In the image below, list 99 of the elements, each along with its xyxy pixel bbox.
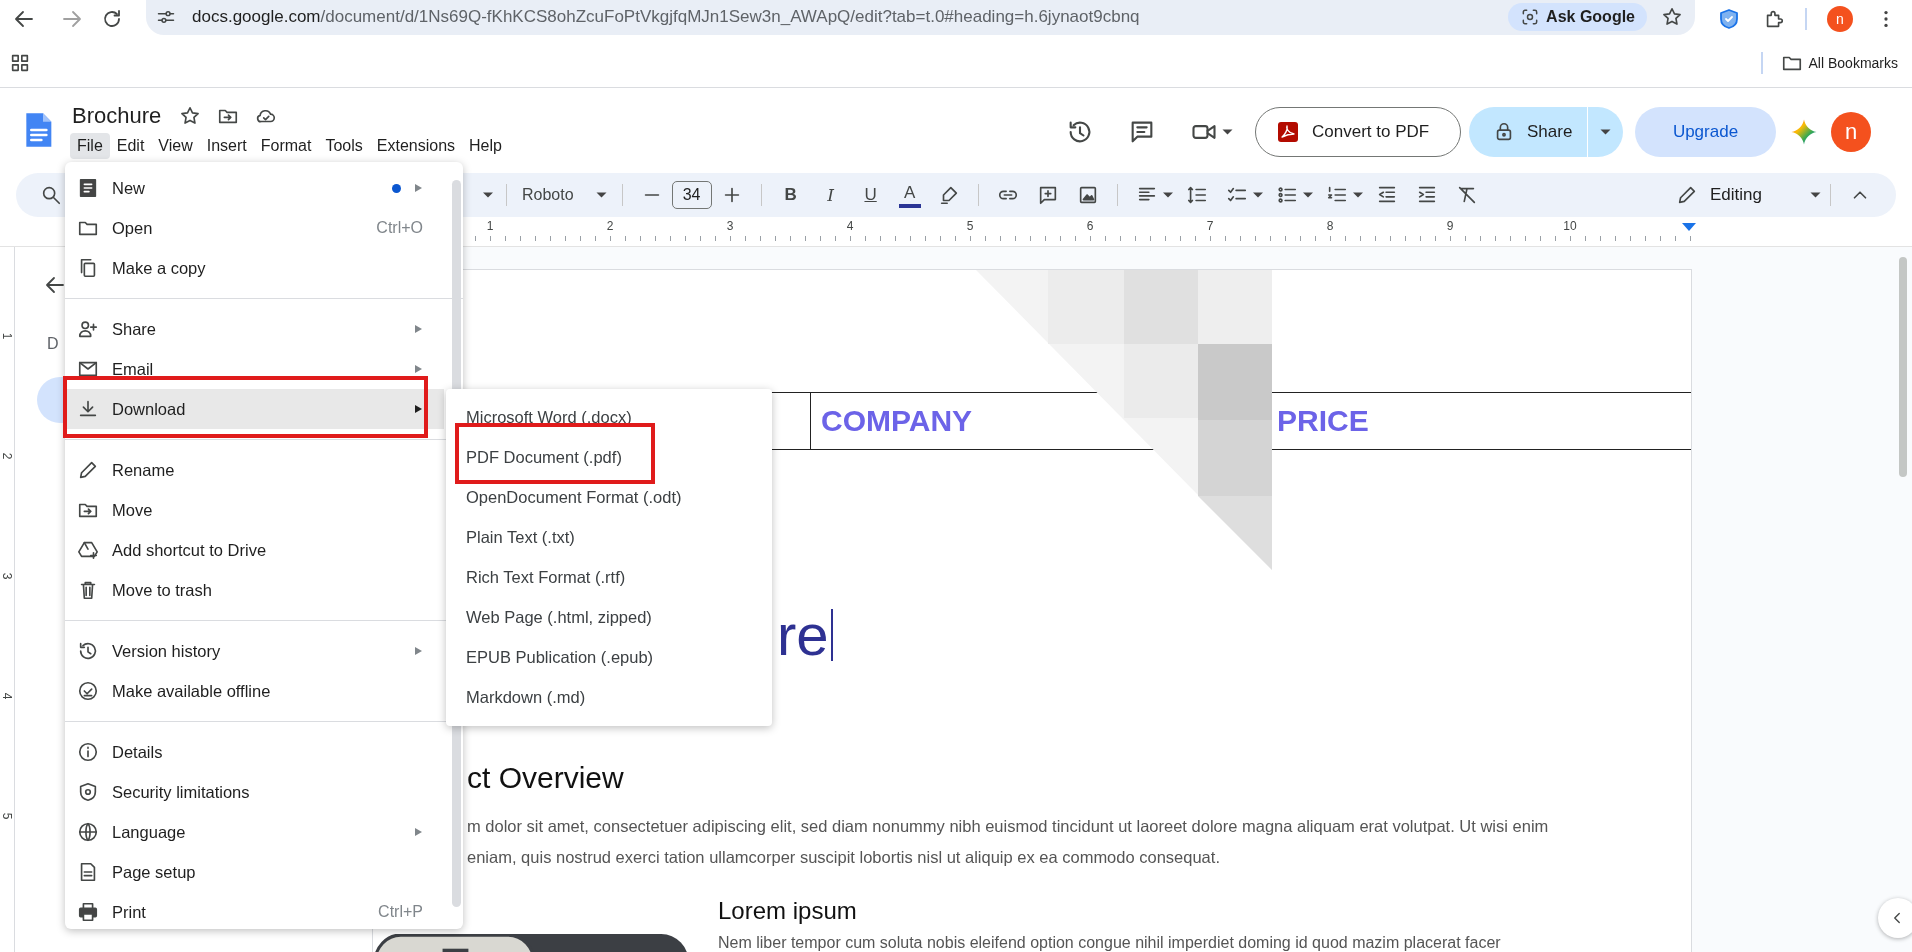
pencil-icon — [1676, 184, 1698, 206]
format-button[interactable]: I — [815, 180, 846, 210]
indent-marker[interactable] — [1682, 223, 1696, 231]
printer-icon — [77, 901, 99, 923]
menu-item[interactable]: Download — [65, 389, 444, 429]
line-spacing-icon[interactable] — [1185, 184, 1208, 206]
menu-item[interactable]: Details — [65, 732, 444, 772]
star-icon[interactable] — [179, 105, 202, 127]
search-icon[interactable] — [40, 184, 62, 206]
menu-item[interactable]: PDF Document (.pdf) — [446, 437, 772, 477]
ask-google-button[interactable]: Ask Google — [1508, 3, 1647, 31]
shortcut-text: Ctrl+P — [378, 903, 423, 921]
menu-item[interactable]: Rename — [65, 450, 444, 490]
font-dropdown[interactable]: Roboto — [516, 186, 613, 204]
ruler-number: 4 — [1, 692, 13, 700]
bookmark-folder[interactable]: All Bookmarks — [1780, 51, 1898, 74]
table-heading: PRICE — [1277, 404, 1369, 438]
ruler-number: 9 — [1444, 219, 1456, 233]
globe-icon — [77, 821, 99, 843]
caret-icon — [1810, 192, 1821, 198]
person-add-icon — [77, 318, 99, 340]
ruler-number: 2 — [1, 452, 13, 460]
shortcut-text: Ctrl+O — [376, 219, 423, 237]
check-circle-icon — [77, 680, 99, 702]
menu-item[interactable]: Open Ctrl+O — [65, 208, 444, 248]
caret-icon[interactable] — [1222, 129, 1233, 135]
menu-item[interactable]: Extensions — [369, 133, 463, 159]
menu-item[interactable]: Share — [65, 309, 444, 349]
editing-mode-dropdown[interactable]: Editing — [1676, 178, 1821, 212]
paragraph-text: Nem liber tempor cum soluta nobis eleifend option congue nihil imperdiet doming id quod mazim placerat facer — [718, 934, 1502, 951]
format-button[interactable]: B — [775, 180, 806, 210]
url-text: docs.google.com/document/d/1Ns69Q-fKhKCS8ohZcuFoPtVkgjfqMJn1Sew3n_AWApQ/edit?tab=t.0#heading=h.6jynaot9cbnq — [192, 7, 1140, 27]
menu-item[interactable]: View — [151, 133, 200, 159]
info-icon — [77, 741, 99, 763]
menu-item[interactable]: EPUB Publication (.epub) — [446, 637, 772, 677]
menu-item[interactable]: Rich Text Format (.rtf) — [446, 557, 772, 597]
ruler-number: 10 — [1561, 219, 1579, 233]
section-heading: ct Overview — [467, 760, 625, 796]
ruler-number: 1 — [1, 332, 13, 340]
document-title[interactable]: Brochure — [70, 103, 164, 129]
ruler-number: 8 — [1324, 219, 1336, 233]
ruler-number: 5 — [1, 812, 13, 820]
ruler-number: 7 — [1204, 219, 1216, 233]
font-size-field[interactable]: 34 — [671, 181, 712, 209]
text-cursor — [830, 609, 833, 661]
shield-icon — [77, 781, 99, 803]
menu-item[interactable]: Print Ctrl+P — [65, 892, 444, 932]
ruler-number: 1 — [484, 219, 496, 233]
menu-item[interactable]: Make available offline — [65, 671, 444, 711]
format-button[interactable]: U — [855, 180, 886, 210]
menu-item[interactable]: Insert — [199, 133, 254, 159]
menu-item[interactable]: OpenDocument Format (.odt) — [446, 477, 772, 517]
paragraph-text: eniam, quis nostrud exerci tation ullamcorper suscipit lobortis nisl ut aliquip ex ea commodo consequat. — [467, 847, 1221, 868]
ruler-number: 3 — [1, 572, 13, 580]
caret-icon — [595, 192, 607, 198]
menu-item[interactable]: Edit — [109, 133, 152, 159]
address-bar[interactable]: docs.google.com/document/d/1Ns69Q-fKhKCS8ohZcuFoPtVkgjfqMJn1Sew3n_AWApQ/edit?tab=t.0#heading=h.6jynaot9cbnq Ask Google — [146, 0, 1695, 35]
menu-item[interactable]: Plain Text (.txt) — [446, 517, 772, 557]
menu-item[interactable]: File — [70, 133, 110, 159]
document-title-text: re — [777, 601, 829, 669]
menu-item[interactable]: Page setup — [65, 852, 444, 892]
document-icon — [77, 177, 99, 199]
menu-item[interactable]: Security limitations — [65, 772, 444, 812]
upgrade-button[interactable]: Upgrade — [1635, 107, 1776, 157]
menu-item[interactable]: Move to trash — [65, 570, 444, 610]
convert-to-pdf-button[interactable]: Convert to PDF — [1255, 107, 1461, 157]
menu-item[interactable]: Make a copy — [65, 248, 444, 288]
bulleted-list-icon[interactable] — [1275, 184, 1298, 206]
outline-heading: D — [47, 335, 60, 353]
menu-item[interactable]: Language — [65, 812, 444, 852]
ruler-number: 2 — [604, 219, 616, 233]
ruler-number: 4 — [844, 219, 856, 233]
format-button[interactable]: A — [898, 182, 921, 208]
ruler-number: 5 — [964, 219, 976, 233]
subheading: Lorem ipsum — [718, 896, 858, 926]
menu-item[interactable]: Help — [462, 133, 509, 159]
bookmark-star-icon[interactable] — [1661, 6, 1683, 28]
menu-item[interactable]: Version history — [65, 631, 444, 671]
menu-item[interactable]: Add shortcut to Drive — [65, 530, 444, 570]
caret-icon — [1600, 129, 1611, 135]
ruler-number: 3 — [724, 219, 736, 233]
share-button[interactable]: Share — [1469, 107, 1587, 157]
menu-item[interactable]: Email — [65, 349, 444, 389]
pdf-icon — [1276, 120, 1300, 144]
menu-item[interactable]: Web Page (.html, zipped) — [446, 597, 772, 637]
menu-item[interactable]: Move — [65, 490, 444, 530]
scrollbar[interactable] — [1899, 257, 1907, 477]
pencil-icon — [77, 459, 99, 481]
menu-item[interactable]: Format — [253, 133, 319, 159]
menu-item[interactable]: Tools — [318, 133, 370, 159]
menu-item[interactable]: Microsoft Word (.docx) — [446, 397, 772, 437]
shield-icon[interactable] — [1717, 7, 1741, 31]
ruler-number: 6 — [1084, 219, 1096, 233]
table-heading: COMPANY — [821, 404, 973, 438]
history-icon — [77, 640, 99, 662]
paragraph-text: m dolor sit amet, consectetuer adipiscing elit, sed diam nonummy nibh euismod tincidunt ut laoreet dolore magna aliquam erat volutpat. Ut wisi enim — [467, 816, 1550, 837]
menu-item[interactable]: New — [65, 168, 444, 208]
drive-add-icon — [77, 539, 99, 561]
menu-item[interactable]: Markdown (.md) — [446, 677, 772, 717]
